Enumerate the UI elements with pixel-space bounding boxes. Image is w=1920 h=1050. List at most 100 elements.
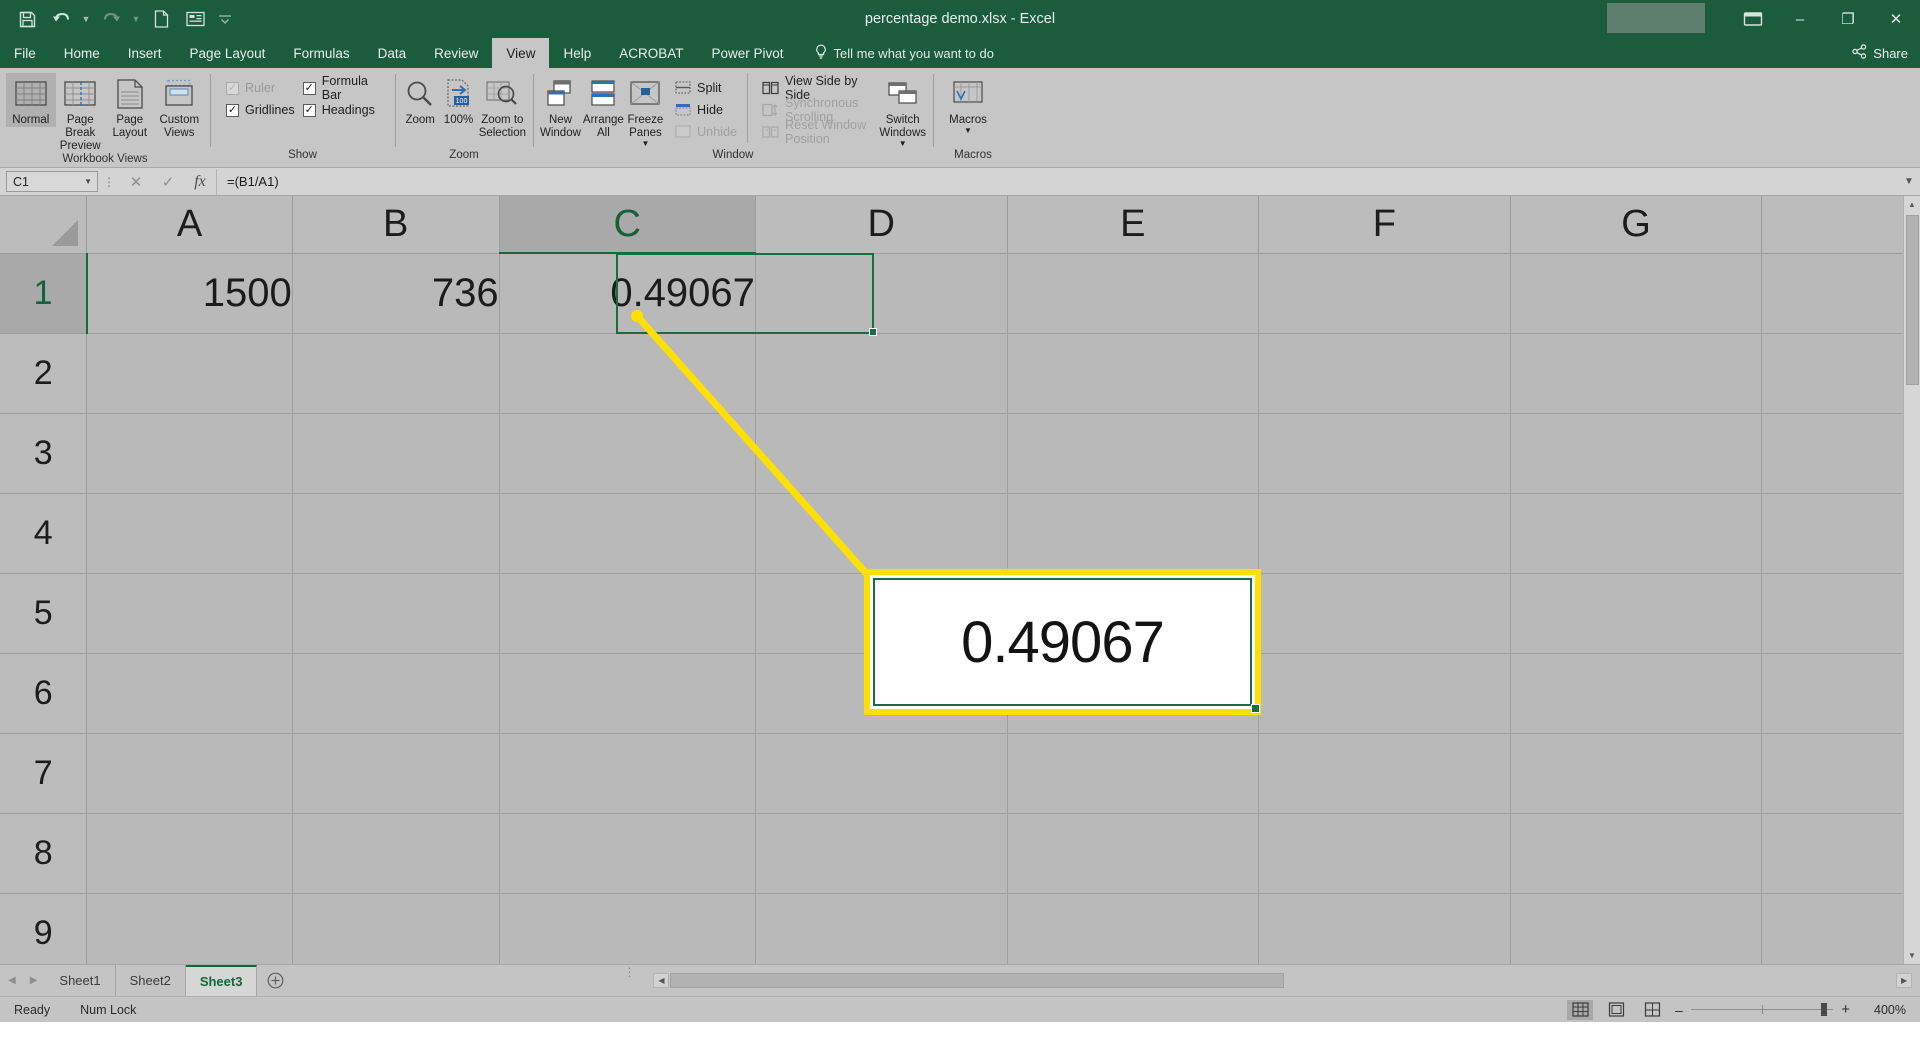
redo-icon[interactable] xyxy=(94,4,128,34)
cell-E4[interactable] xyxy=(1007,493,1259,573)
horizontal-scroll-thumb[interactable] xyxy=(670,973,1283,988)
tab-help[interactable]: Help xyxy=(549,38,605,68)
tab-review[interactable]: Review xyxy=(420,38,492,68)
save-icon[interactable] xyxy=(10,4,44,34)
cell-F5[interactable] xyxy=(1259,573,1511,653)
cell-F7[interactable] xyxy=(1259,733,1511,813)
cell-G4[interactable] xyxy=(1510,493,1762,573)
column-header-F[interactable]: F xyxy=(1259,196,1511,253)
formula-bar-checkbox[interactable]: ✓ Formula Bar xyxy=(299,77,389,99)
sheet-tab-sheet3[interactable]: Sheet3 xyxy=(186,965,258,996)
ruler-checkbox[interactable]: ✓ Ruler xyxy=(222,77,299,99)
cell-G2[interactable] xyxy=(1510,333,1762,413)
switch-windows-button[interactable]: Switch Windows ▼ xyxy=(878,73,927,149)
cell-A1[interactable]: 1500 xyxy=(87,253,292,333)
cell-G7[interactable] xyxy=(1510,733,1762,813)
zoom-in-button[interactable]: + xyxy=(1841,1001,1850,1018)
touch-mode-icon[interactable] xyxy=(178,4,212,34)
cell-A8[interactable] xyxy=(87,813,292,893)
cell-A4[interactable] xyxy=(87,493,292,573)
name-box[interactable]: C1 ▼ xyxy=(6,171,98,192)
row-header-4[interactable]: 4 xyxy=(0,493,87,573)
cell-C4[interactable] xyxy=(499,493,755,573)
cell-B3[interactable] xyxy=(292,413,499,493)
cell-B8[interactable] xyxy=(292,813,499,893)
column-header-A[interactable]: A xyxy=(87,196,292,253)
row-header-7[interactable]: 7 xyxy=(0,733,87,813)
tab-data[interactable]: Data xyxy=(364,38,421,68)
sheet-tab-sheet1[interactable]: Sheet1 xyxy=(45,965,115,996)
select-all-corner[interactable] xyxy=(0,196,87,253)
cell-B4[interactable] xyxy=(292,493,499,573)
page-layout-button[interactable]: Page Layout xyxy=(105,73,155,140)
cell-C9[interactable] xyxy=(499,893,755,964)
hscroll-right-button[interactable]: ▶ xyxy=(1896,973,1912,988)
enter-entry-button[interactable]: ✓ xyxy=(152,169,184,195)
tab-page-layout[interactable]: Page Layout xyxy=(176,38,280,68)
cell-B1[interactable]: 736 xyxy=(292,253,499,333)
cell-D8[interactable] xyxy=(755,813,1007,893)
cell-D1[interactable] xyxy=(755,253,1007,333)
zoom-to-selection-button[interactable]: Zoom to Selection xyxy=(478,73,527,140)
zoom-level-label[interactable]: 400% xyxy=(1860,1003,1906,1017)
cell-B9[interactable] xyxy=(292,893,499,964)
row-header-2[interactable]: 2 xyxy=(0,333,87,413)
page-layout-view-icon[interactable] xyxy=(1603,1000,1629,1020)
minimize-button[interactable]: – xyxy=(1776,0,1824,38)
column-header-H[interactable] xyxy=(1762,196,1920,253)
row-header-9[interactable]: 9 xyxy=(0,893,87,964)
undo-icon[interactable] xyxy=(44,4,78,34)
macros-button[interactable]: Macros ▼ xyxy=(939,73,997,136)
cell-B6[interactable] xyxy=(292,653,499,733)
sheet-nav-prev-icon[interactable]: ◀ xyxy=(8,975,16,986)
new-window-button[interactable]: New Window xyxy=(539,73,582,140)
tab-insert[interactable]: Insert xyxy=(114,38,176,68)
zoom-slider[interactable]: – + xyxy=(1675,1001,1850,1018)
macros-dropdown-icon[interactable]: ▼ xyxy=(964,127,972,136)
tab-view[interactable]: View xyxy=(492,38,549,68)
zoom-out-button[interactable]: – xyxy=(1675,1002,1683,1018)
cell-H2[interactable] xyxy=(1762,333,1920,413)
sheet-nav-next-icon[interactable]: ▶ xyxy=(30,975,38,986)
cell-F2[interactable] xyxy=(1259,333,1511,413)
vertical-scrollbar[interactable]: ▲ ▼ xyxy=(1903,196,1920,964)
hide-button[interactable]: Hide xyxy=(670,99,741,121)
insert-function-button[interactable]: fx xyxy=(184,169,216,195)
undo-dropdown-icon[interactable]: ▼ xyxy=(78,4,94,34)
cell-D2[interactable] xyxy=(755,333,1007,413)
cell-G6[interactable] xyxy=(1510,653,1762,733)
freeze-panes-button[interactable]: Freeze Panes ▼ xyxy=(625,73,666,149)
row-header-6[interactable]: 6 xyxy=(0,653,87,733)
cell-D4[interactable] xyxy=(755,493,1007,573)
cell-G3[interactable] xyxy=(1510,413,1762,493)
cell-C6[interactable] xyxy=(499,653,755,733)
column-header-C[interactable]: C xyxy=(499,196,755,253)
column-header-D[interactable]: D xyxy=(755,196,1007,253)
cell-D3[interactable] xyxy=(755,413,1007,493)
cell-A2[interactable] xyxy=(87,333,292,413)
cell-C7[interactable] xyxy=(499,733,755,813)
column-header-G[interactable]: G xyxy=(1510,196,1762,253)
ribbon-display-options-icon[interactable] xyxy=(1730,0,1776,38)
cell-H3[interactable] xyxy=(1762,413,1920,493)
cell-G1[interactable] xyxy=(1510,253,1762,333)
zoom-slider-thumb[interactable] xyxy=(1821,1003,1827,1016)
column-header-B[interactable]: B xyxy=(292,196,499,253)
cell-E2[interactable] xyxy=(1007,333,1259,413)
normal-view-icon[interactable] xyxy=(1567,1000,1593,1020)
cell-C3[interactable] xyxy=(499,413,755,493)
horizontal-scrollbar[interactable]: ◀ ▶ xyxy=(645,965,1920,996)
cell-A5[interactable] xyxy=(87,573,292,653)
tab-home[interactable]: Home xyxy=(50,38,114,68)
arrange-all-button[interactable]: Arrange All xyxy=(582,73,625,140)
switch-windows-dropdown-icon[interactable]: ▼ xyxy=(899,140,907,149)
cell-B5[interactable] xyxy=(292,573,499,653)
expand-formula-bar-icon[interactable]: ▼ xyxy=(1898,176,1920,187)
zoom-button[interactable]: Zoom xyxy=(401,73,439,127)
custom-views-button[interactable]: Custom Views xyxy=(155,73,205,140)
cell-G8[interactable] xyxy=(1510,813,1762,893)
tab-power-pivot[interactable]: Power Pivot xyxy=(697,38,797,68)
cell-B2[interactable] xyxy=(292,333,499,413)
tab-acrobat[interactable]: ACROBAT xyxy=(605,38,697,68)
customize-qat-icon[interactable] xyxy=(212,4,238,34)
